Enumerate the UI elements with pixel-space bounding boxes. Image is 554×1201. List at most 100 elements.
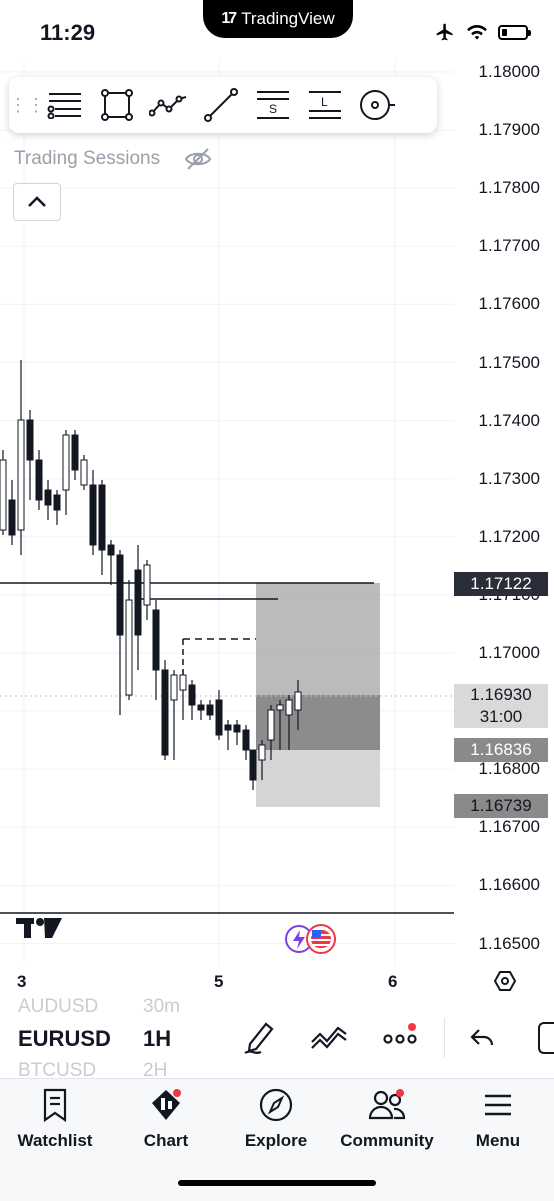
long-position-entry-zone	[256, 695, 380, 750]
tab-watchlist[interactable]: Watchlist	[16, 1087, 94, 1151]
brush-icon[interactable]	[351, 79, 403, 131]
price-tick-label: 1.17400	[478, 410, 540, 430]
drawing-toolbar: ⋮⋮ S L	[9, 77, 437, 133]
candle	[0, 450, 7, 535]
candle	[170, 670, 178, 760]
battery-icon	[498, 24, 531, 40]
candle	[98, 480, 106, 575]
eye-hidden-icon[interactable]	[184, 147, 212, 171]
long-position-icon[interactable]: L	[299, 79, 351, 131]
path-icon[interactable]	[143, 79, 195, 131]
dynamic-island-banner: 17 TradingView	[203, 0, 353, 38]
time-axis[interactable]: 3 5 6	[0, 962, 554, 1000]
interval-selector[interactable]: 1H	[143, 1026, 171, 1052]
settings-hexagon-icon[interactable]	[494, 970, 516, 992]
price-tick-label: 1.17300	[478, 468, 540, 488]
line-icon[interactable]	[195, 79, 247, 131]
short-position-icon[interactable]: S	[247, 79, 299, 131]
price-tick-label: 1.17700	[478, 236, 540, 256]
time-label: 6	[388, 972, 398, 991]
target-price-tag: 1.16739	[454, 794, 548, 818]
candle	[161, 660, 169, 760]
candle	[188, 680, 196, 720]
tab-label: Watchlist	[17, 1131, 93, 1150]
level-price-tag: 1.17122	[454, 572, 548, 596]
tab-menu[interactable]: Menu	[470, 1087, 526, 1151]
tab-explore[interactable]: Explore	[240, 1087, 312, 1151]
price-tick-label: 1.16700	[478, 817, 540, 837]
candle	[71, 430, 79, 480]
candle	[8, 480, 16, 545]
trend-lines-icon[interactable]	[39, 79, 91, 131]
price-tick-label: 1.17800	[478, 178, 540, 198]
tab-label: Community	[340, 1131, 434, 1150]
candle	[26, 410, 34, 500]
candle	[134, 545, 142, 670]
long-position-stop-zone	[256, 750, 380, 807]
undo-icon[interactable]	[470, 1028, 496, 1048]
svg-text:L: L	[321, 95, 328, 109]
airplane-icon	[436, 23, 453, 41]
redo-button-partial[interactable]	[538, 1022, 554, 1054]
tab-label: Chart	[143, 1131, 189, 1150]
pen-icon[interactable]	[242, 1020, 276, 1056]
candle	[89, 470, 97, 555]
app-banner-text: TradingView	[241, 9, 335, 28]
toolbar-divider	[444, 1018, 445, 1058]
last-price-tag: 1.16930 31:00	[454, 684, 548, 728]
home-indicator	[178, 1180, 376, 1186]
candle	[215, 690, 223, 740]
clock-time: 11:29	[40, 20, 96, 45]
prev-symbol[interactable]: AUDUSD	[18, 996, 98, 1018]
tab-label: Menu	[475, 1131, 521, 1150]
candle	[107, 540, 115, 585]
drag-handle-icon[interactable]: ⋮⋮	[9, 95, 45, 116]
price-tick-label: 1.17000	[478, 643, 540, 662]
indicator-name: Trading Sessions	[14, 148, 161, 169]
bookmark-icon	[43, 1088, 67, 1123]
indicator-legend[interactable]: Trading Sessions	[14, 147, 212, 171]
candle	[143, 560, 151, 620]
economic-events-marker[interactable]	[285, 924, 336, 954]
chart-notification-dot	[173, 1089, 181, 1097]
candle	[242, 725, 250, 760]
hamburger-icon	[485, 1094, 511, 1116]
rectangle-icon[interactable]	[91, 79, 143, 131]
tradingview-logo-icon: 17	[221, 10, 237, 27]
price-tick-label: 1.17600	[478, 294, 540, 314]
price-tick-label: 1.16600	[478, 875, 540, 895]
more-notification-dot	[408, 1023, 416, 1031]
candle	[179, 670, 187, 720]
candle	[249, 749, 257, 790]
candle	[206, 700, 214, 720]
candle	[125, 580, 133, 700]
prev-interval[interactable]: 30m	[143, 996, 180, 1018]
candle	[44, 480, 52, 520]
price-tick-label: 1.17500	[478, 352, 540, 372]
price-tick-label: 1.16500	[478, 933, 540, 953]
candle	[233, 720, 241, 745]
candle	[152, 600, 160, 700]
price-tick-label: 1.18000	[478, 62, 540, 81]
symbol-selector[interactable]: EURUSD	[18, 1026, 111, 1052]
stop-price-tag: 1.16836	[454, 738, 548, 762]
indicators-icon[interactable]	[310, 1024, 348, 1050]
chevron-up-icon	[28, 196, 46, 207]
collapse-legend-button[interactable]	[13, 183, 61, 221]
price-tick-label: 1.16800	[478, 759, 540, 779]
candle	[17, 360, 25, 555]
price-tick-label: 1.17900	[478, 120, 540, 140]
tab-chart[interactable]: Chart	[136, 1087, 196, 1151]
bar-countdown: 31:00	[479, 707, 523, 726]
candle	[116, 550, 124, 715]
tab-community[interactable]: Community	[340, 1087, 434, 1151]
last-price-value: 1.16930	[470, 685, 532, 704]
long-position-profit-zone	[256, 583, 380, 695]
candle	[197, 700, 205, 720]
candle	[62, 430, 70, 515]
time-label: 3	[17, 972, 27, 991]
svg-text:S: S	[269, 102, 277, 116]
candle	[35, 450, 43, 510]
candle	[224, 720, 232, 750]
tab-label: Explore	[244, 1131, 308, 1150]
